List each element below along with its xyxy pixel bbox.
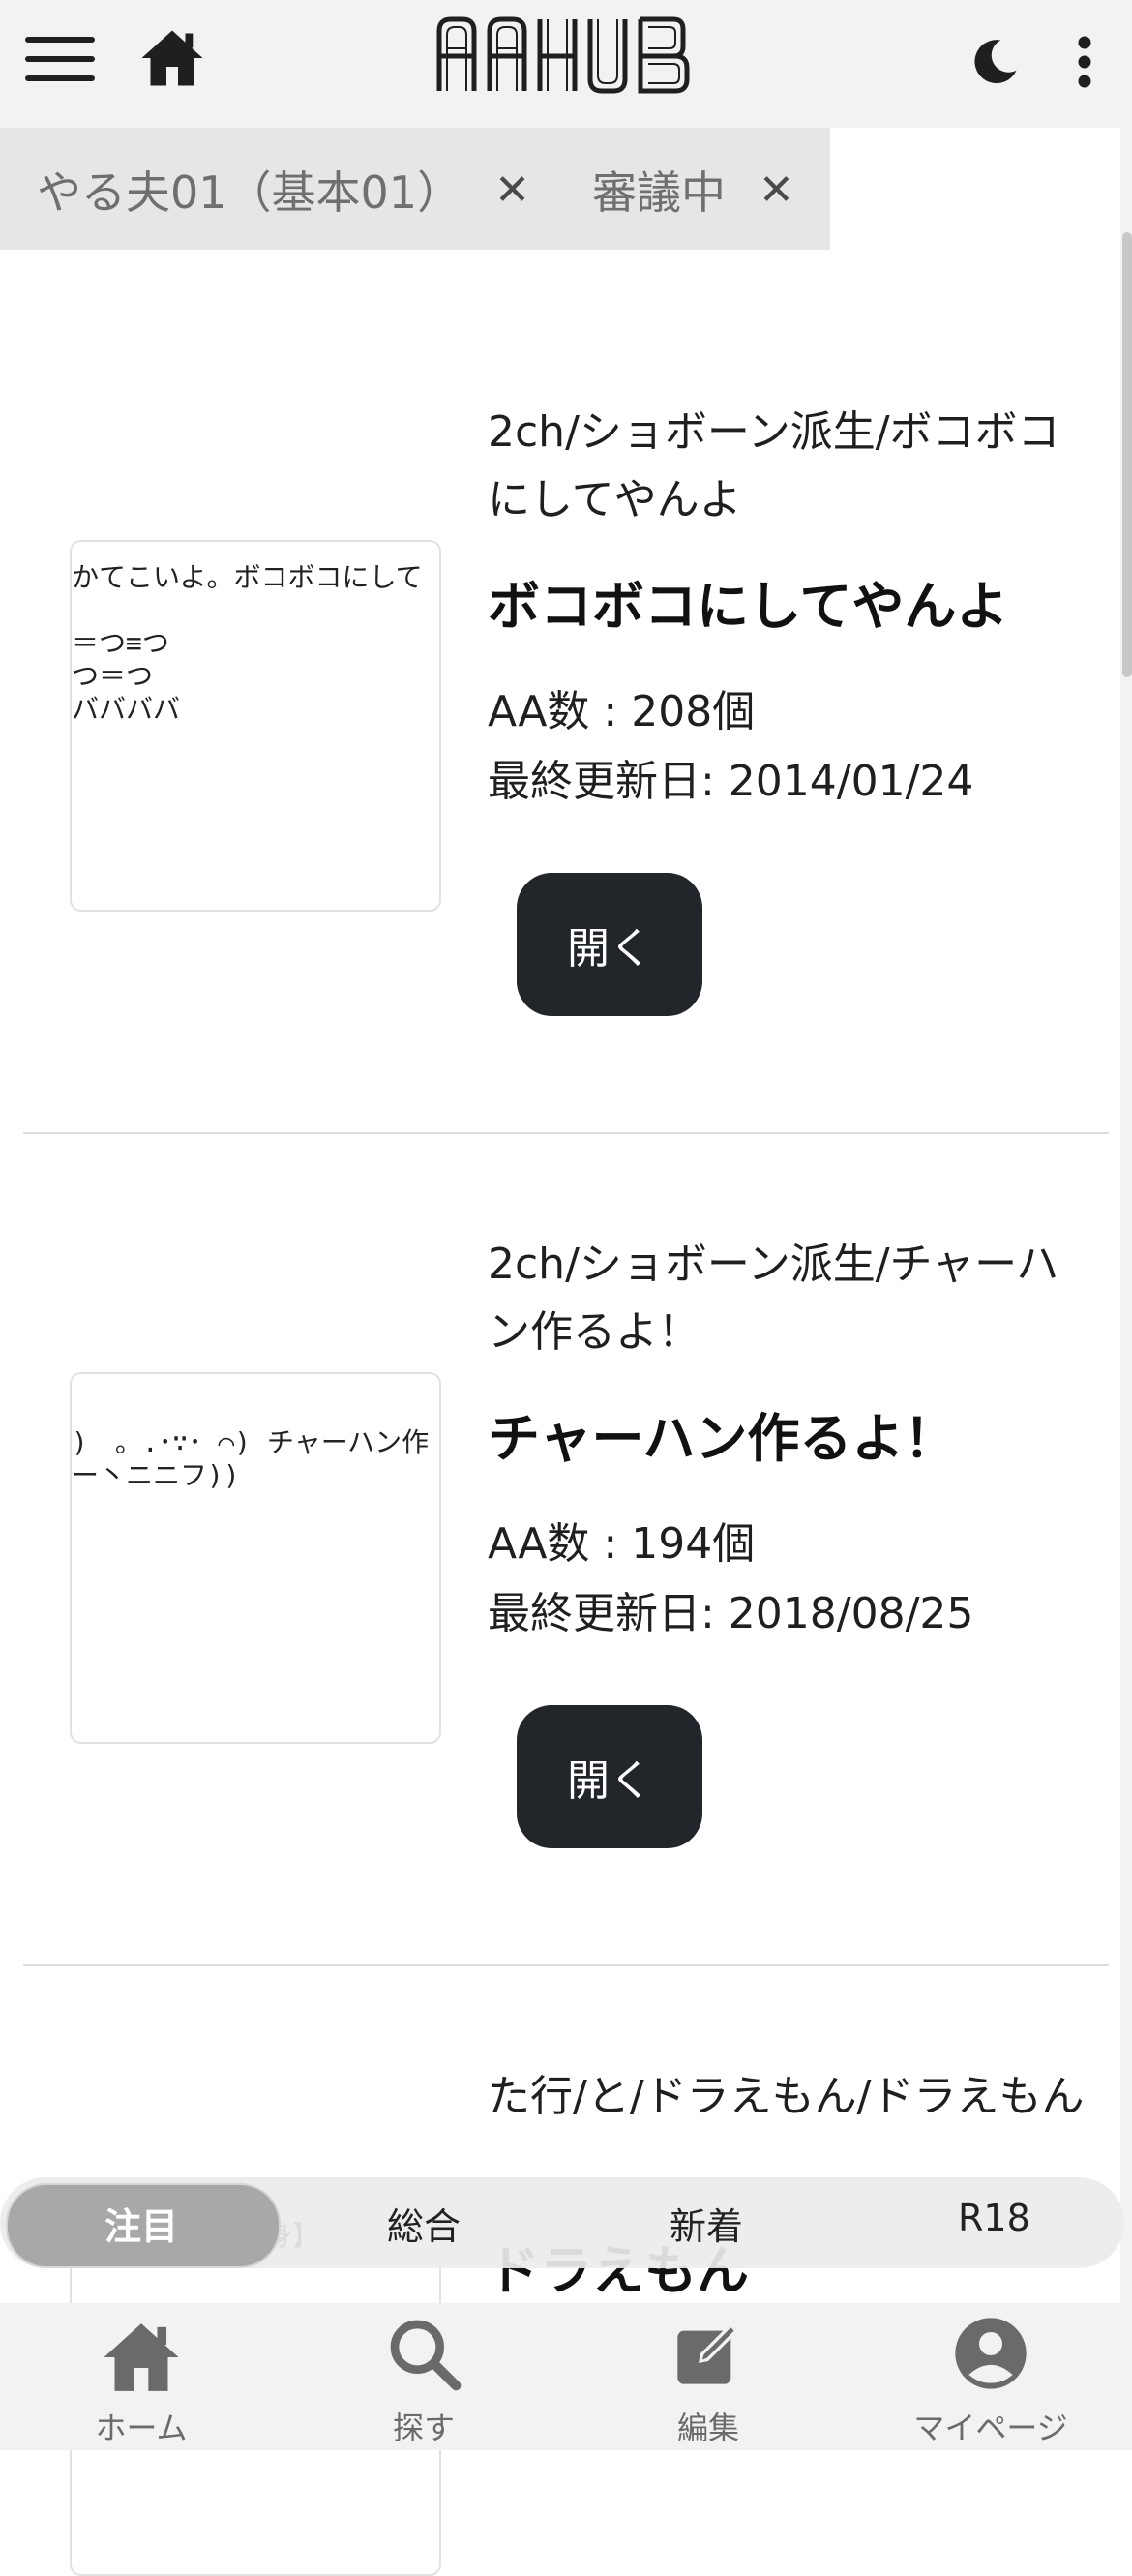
nav-edit[interactable]: 編集 — [611, 2303, 805, 2450]
filter-chip[interactable]: 審議中 ✕ — [592, 159, 794, 221]
moon-icon[interactable] — [966, 33, 1024, 91]
card-category-path: た行/と/ドラえもん/ドラえもん — [488, 2072, 1085, 2121]
app-logo[interactable] — [433, 14, 697, 95]
nav-mypage-label: マイページ — [913, 2410, 1068, 2446]
account-icon — [955, 2318, 1027, 2389]
card-divider — [23, 1964, 1109, 1966]
filter-chip-bar: やる夫01（基本01） ✕ 審議中 ✕ — [0, 128, 830, 250]
aa-preview-thumbnail[interactable]: かてこいよ。ボコボコにして ＝つ≡つ つ＝つ ババババ — [70, 540, 441, 912]
hamburger-icon[interactable] — [25, 37, 95, 81]
card-divider — [23, 1132, 1109, 1134]
aa-preview-text: ) 。.･∵･ ⌒) チャーハン作 ー丶ニニフ)) — [72, 1426, 430, 1491]
card-last-updated: 最終更新日: 2014/01/24 — [488, 757, 974, 806]
open-button[interactable]: 開く — [517, 1705, 702, 1848]
home-icon — [104, 2323, 179, 2391]
card-aa-count: AA数 : 194個 — [488, 1519, 756, 1569]
search-icon — [390, 2320, 462, 2391]
nav-home-label: ホーム — [95, 2410, 188, 2446]
nav-mypage[interactable]: マイページ — [894, 2303, 1087, 2450]
segment-featured[interactable]: 注目 — [104, 2197, 178, 2250]
card-category-path: 2ch/ショボーン派生/チャーハン作るよ！ — [488, 1240, 1059, 1357]
more-vertical-icon[interactable] — [1070, 33, 1099, 91]
aa-preview-text: かてこいよ。ボコボコにして ＝つ≡つ つ＝つ ババババ — [72, 561, 423, 725]
nav-search[interactable]: 探す — [327, 2303, 521, 2450]
card-title[interactable]: ボコボコにしてやんよ — [488, 563, 1107, 640]
filter-chip-label: 審議中 — [592, 166, 726, 219]
nav-edit-label: 編集 — [676, 2410, 739, 2446]
close-icon[interactable]: ✕ — [494, 165, 530, 215]
home-icon[interactable] — [137, 23, 207, 93]
card-title[interactable]: チャーハン作るよ！ — [488, 1395, 1107, 1472]
segment-overall[interactable]: 総合 — [387, 2197, 461, 2250]
edit-icon — [677, 2322, 739, 2384]
open-button[interactable]: 開く — [517, 873, 702, 1016]
segment-r18[interactable]: R18 — [958, 2197, 1030, 2239]
nav-home[interactable]: ホーム — [45, 2303, 238, 2450]
card-aa-count: AA数 : 208個 — [488, 687, 756, 736]
segment-new[interactable]: 新着 — [670, 2197, 743, 2250]
aa-preview-thumbnail[interactable]: ) 。.･∵･ ⌒) チャーハン作 ー丶ニニフ)) — [70, 1372, 441, 1744]
nav-search-label: 探す — [392, 2410, 455, 2446]
close-icon[interactable]: ✕ — [759, 165, 794, 215]
top-app-bar — [0, 0, 1132, 128]
scrollbar-thumb[interactable] — [1122, 232, 1132, 677]
filter-chip[interactable]: やる夫01（基本01） ✕ — [37, 159, 530, 221]
card-last-updated: 最終更新日: 2018/08/25 — [488, 1589, 974, 1638]
filter-chip-label: やる夫01（基本01） — [37, 166, 462, 219]
card-category-path: 2ch/ショボーン派生/ボコボコにしてやんよ — [488, 407, 1060, 524]
